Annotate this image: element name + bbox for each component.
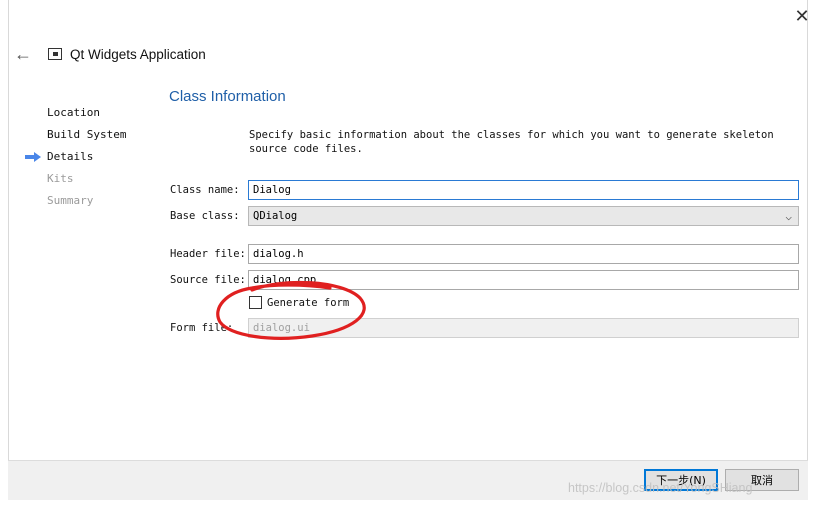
close-icon[interactable]: ✕ bbox=[787, 4, 816, 28]
base-class-select[interactable]: QDialog ⌵ bbox=[248, 206, 799, 226]
chevron-down-icon: ⌵ bbox=[785, 210, 792, 223]
base-class-value: QDialog bbox=[253, 210, 298, 222]
header-file-input[interactable]: dialog.h bbox=[248, 244, 799, 264]
wizard-header: ← Qt Widgets Application bbox=[6, 42, 206, 66]
watermark-text: https://blog.csdn.net/YongSHiang bbox=[568, 481, 753, 495]
step-label: Summary bbox=[47, 194, 94, 207]
step-location: Location bbox=[20, 102, 140, 124]
back-arrow-icon[interactable]: ← bbox=[14, 44, 36, 65]
step-kits: Kits bbox=[20, 168, 140, 190]
window-title: Qt Widgets Application bbox=[70, 46, 206, 62]
form-file-label: Form file: bbox=[170, 322, 234, 334]
page-title: Class Information bbox=[169, 88, 286, 105]
step-summary: Summary bbox=[20, 190, 140, 212]
step-label: Build System bbox=[47, 128, 127, 141]
source-file-input[interactable]: dialog.cpp bbox=[248, 270, 799, 290]
step-label: Kits bbox=[47, 172, 74, 185]
step-details: Details bbox=[20, 146, 140, 168]
generate-form-checkbox-row[interactable]: Generate form bbox=[249, 296, 349, 309]
base-class-label: Base class: bbox=[170, 210, 240, 222]
source-file-label: Source file: bbox=[170, 274, 246, 286]
current-step-arrow-icon bbox=[25, 152, 41, 162]
class-name-label: Class name: bbox=[170, 184, 240, 196]
step-build-system: Build System bbox=[20, 124, 140, 146]
wizard-steps: Location Build System Details Kits Summa… bbox=[20, 102, 140, 212]
step-label: Location bbox=[47, 106, 100, 119]
class-name-input[interactable]: Dialog bbox=[248, 180, 799, 200]
page-description: Specify basic information about the clas… bbox=[249, 129, 774, 155]
form-file-input: dialog.ui bbox=[248, 318, 799, 338]
step-label: Details bbox=[47, 150, 94, 163]
generate-form-label: Generate form bbox=[267, 296, 350, 309]
header-file-label: Header file: bbox=[170, 248, 246, 260]
generate-form-checkbox[interactable] bbox=[249, 296, 262, 309]
qt-app-icon bbox=[48, 48, 62, 60]
